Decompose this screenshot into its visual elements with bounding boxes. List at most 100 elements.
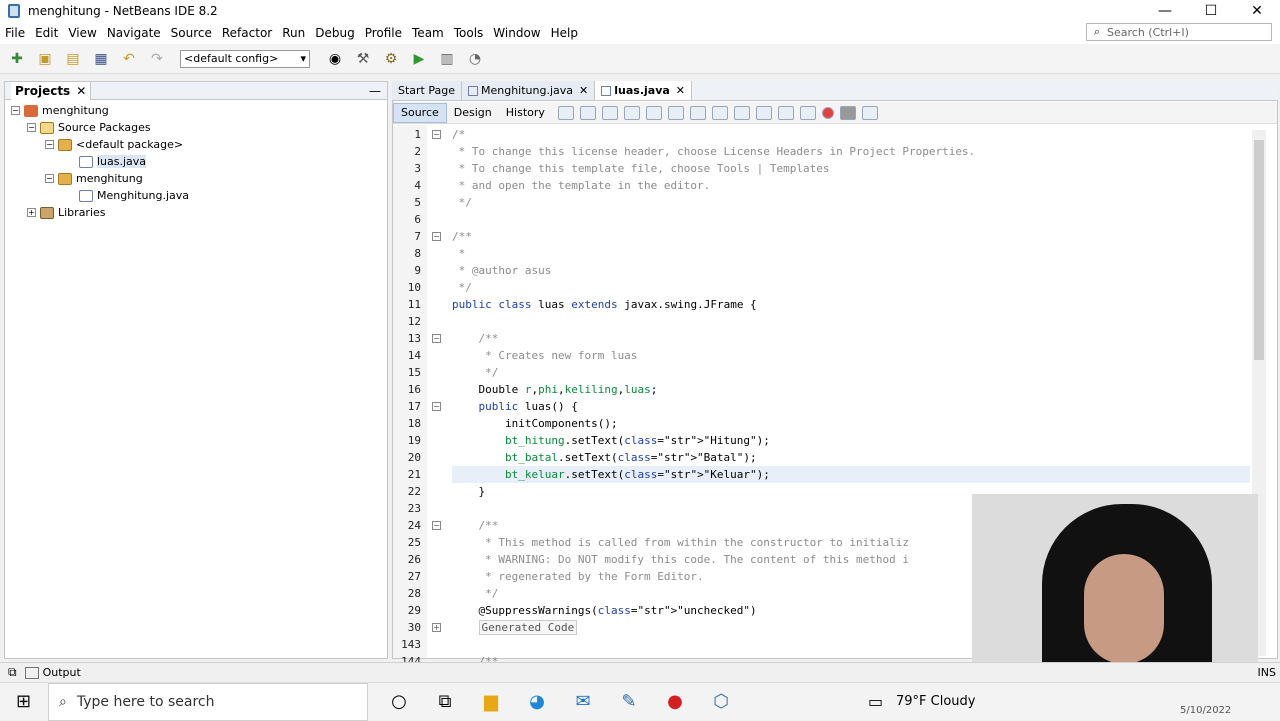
history-view-button[interactable]: History: [499, 103, 552, 123]
code-fold-icon[interactable]: −: [432, 402, 441, 411]
undo-icon[interactable]: ↶: [118, 48, 140, 70]
collapse-icon[interactable]: −: [45, 140, 54, 149]
expand-icon[interactable]: +: [27, 208, 36, 217]
menu-help[interactable]: Help: [546, 26, 583, 40]
windows-taskbar: ⊞ ⌕ Type here to search ○ ⧉ ▆ ◕ ✉ ✎ ● ⬡ …: [0, 682, 1280, 721]
shift-left-icon[interactable]: [777, 105, 794, 120]
next-bookmark-icon[interactable]: [755, 105, 772, 120]
menu-window[interactable]: Window: [488, 26, 545, 40]
shift-right-icon[interactable]: [799, 105, 816, 120]
line-number: 20: [407, 451, 421, 464]
code-line: /**: [452, 332, 499, 345]
maximize-button[interactable]: ☐: [1188, 0, 1234, 22]
tree-item-luas-java[interactable]: luas.java: [79, 153, 147, 170]
build-icon[interactable]: ⚒: [352, 48, 374, 70]
debug-icon[interactable]: ▥: [436, 48, 458, 70]
menu-run[interactable]: Run: [277, 26, 310, 40]
toggle-highlight-icon[interactable]: [689, 105, 706, 120]
code-fold-icon[interactable]: −: [432, 232, 441, 241]
windows-start-icon[interactable]: ⊞: [16, 691, 31, 712]
code-fold-icon[interactable]: −: [432, 334, 441, 343]
code-fold-icon[interactable]: +: [432, 623, 441, 632]
recorder-icon[interactable]: ●: [660, 687, 690, 717]
design-view-button[interactable]: Design: [447, 103, 499, 123]
line-number: 29: [407, 604, 421, 617]
forward-icon[interactable]: [601, 105, 618, 120]
weather-icon: ▭: [868, 692, 884, 711]
new-file-icon[interactable]: ✚: [6, 48, 28, 70]
stop-macro-icon[interactable]: [839, 105, 856, 120]
tree-item-project[interactable]: − menghitung: [11, 102, 109, 119]
projects-tab-label: Projects: [15, 83, 71, 98]
close-icon[interactable]: ✕: [76, 84, 86, 98]
cortana-icon[interactable]: ○: [384, 687, 414, 717]
collapse-icon[interactable]: −: [27, 123, 36, 132]
code-line: }: [452, 485, 486, 498]
open-project-icon[interactable]: ▤: [62, 48, 84, 70]
output-label[interactable]: Output: [43, 666, 81, 679]
find-previous-icon[interactable]: [645, 105, 662, 120]
find-next-icon[interactable]: [667, 105, 684, 120]
last-edit-icon[interactable]: [557, 105, 574, 120]
redo-icon[interactable]: ↷: [146, 48, 168, 70]
tab-start-page[interactable]: Start Page: [392, 81, 462, 100]
run-icon[interactable]: ▶: [408, 48, 430, 70]
source-view-button[interactable]: Source: [393, 102, 447, 123]
menu-source[interactable]: Source: [166, 26, 217, 40]
menu-profile[interactable]: Profile: [360, 26, 407, 40]
menu-edit[interactable]: Edit: [30, 26, 63, 40]
tree-item-menghitung-java[interactable]: Menghitung.java: [79, 187, 189, 204]
record-macro-icon[interactable]: [821, 106, 834, 119]
code-line: * To change this template file, choose T…: [452, 162, 830, 175]
close-icon[interactable]: ✕: [579, 84, 588, 97]
back-icon[interactable]: [579, 105, 596, 120]
menu-file[interactable]: File: [0, 26, 30, 40]
close-button[interactable]: ✕: [1234, 0, 1280, 22]
menu-tools[interactable]: Tools: [449, 26, 489, 40]
previous-bookmark-icon[interactable]: [733, 105, 750, 120]
code-fold-icon[interactable]: −: [432, 130, 441, 139]
menu-debug[interactable]: Debug: [310, 26, 359, 40]
menu-navigate[interactable]: Navigate: [102, 26, 166, 40]
minimize-button[interactable]: —: [1142, 0, 1188, 22]
menu-team[interactable]: Team: [407, 26, 449, 40]
tab-menghitung-java[interactable]: Menghitung.java ✕: [462, 81, 596, 100]
weather-text[interactable]: 79°F Cloudy: [896, 694, 975, 709]
clean-build-icon[interactable]: ⚙: [380, 48, 402, 70]
code-fold-icon[interactable]: −: [432, 521, 441, 530]
tree-item-source-packages[interactable]: − Source Packages: [27, 119, 151, 136]
chart-icon[interactable]: [861, 105, 878, 120]
collapse-icon[interactable]: −: [45, 174, 54, 183]
task-view-icon[interactable]: ⧉: [430, 687, 460, 717]
taskbar-search-input[interactable]: ⌕ Type here to search: [48, 682, 368, 721]
close-icon[interactable]: ✕: [676, 84, 685, 97]
line-number: 25: [407, 536, 421, 549]
code-line: */: [452, 196, 472, 209]
file-explorer-icon[interactable]: ▆: [476, 687, 506, 717]
mail-icon[interactable]: ✉: [568, 687, 598, 717]
new-project-icon[interactable]: ▣: [34, 48, 56, 70]
config-dropdown[interactable]: <default config> ▾: [180, 49, 310, 68]
tree-item-menghitung-package[interactable]: − menghitung: [45, 170, 143, 187]
code-line: public luas() {: [478, 400, 578, 413]
line-number: 30: [407, 621, 421, 634]
minimize-panel-icon[interactable]: —: [369, 84, 381, 98]
tree-item-default-package[interactable]: − <default package>: [45, 136, 183, 153]
menu-refactor[interactable]: Refactor: [217, 26, 277, 40]
tab-projects[interactable]: Projects ✕: [11, 81, 92, 100]
tree-item-libraries[interactable]: + Libraries: [27, 204, 106, 221]
paint-app-icon[interactable]: ✎: [614, 687, 644, 717]
globe-icon[interactable]: ◉: [324, 48, 346, 70]
menu-view[interactable]: View: [63, 26, 101, 40]
scrollbar-thumb[interactable]: [1254, 140, 1264, 360]
netbeans-taskbar-icon[interactable]: ⬡: [706, 687, 736, 717]
restore-window-icon[interactable]: ⧉: [8, 665, 17, 680]
edge-icon[interactable]: ◕: [522, 687, 552, 717]
profile-icon[interactable]: ◔: [464, 48, 486, 70]
search-input[interactable]: ⌕ Search (Ctrl+I): [1086, 23, 1272, 41]
bookmark-icon[interactable]: [711, 105, 728, 120]
find-icon[interactable]: [623, 105, 640, 120]
collapse-icon[interactable]: −: [11, 106, 20, 115]
tab-luas-java[interactable]: luas.java ✕: [595, 81, 693, 100]
save-all-icon[interactable]: ▦: [90, 48, 112, 70]
